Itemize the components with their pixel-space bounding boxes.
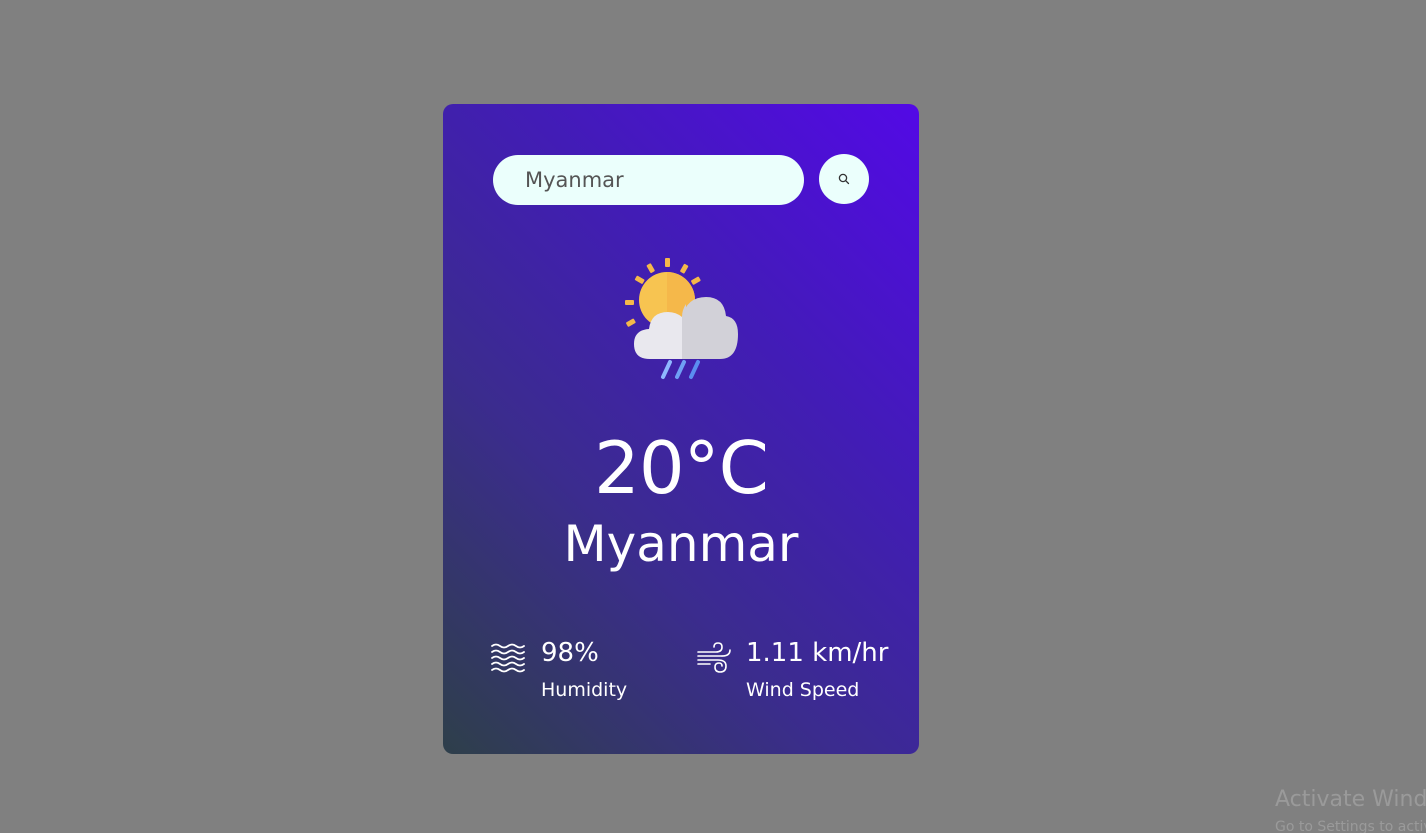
humidity-value: 98% [541, 638, 599, 668]
activate-windows-watermark: Activate Windows Go to Settings to activ… [1275, 786, 1426, 833]
search-button[interactable] [819, 154, 869, 204]
temperature: 20°C [594, 426, 769, 510]
search-icon [838, 173, 850, 185]
search-input[interactable] [493, 155, 804, 205]
humidity-waves-icon [491, 643, 525, 673]
watermark-subtitle: Go to Settings to activate Windows. [1275, 819, 1426, 833]
search-bar [493, 154, 869, 206]
sun-cloud-rain-icon [625, 258, 738, 379]
humidity-label: Humidity [541, 679, 628, 701]
weather-card: 20°C Myanmar 98% Humidity 1.11 km/hr [443, 104, 919, 754]
wind-speed-label: Wind Speed [746, 679, 860, 701]
watermark-title: Activate Windows [1275, 787, 1426, 812]
wind-section: 1.11 km/hr Wind Speed [696, 634, 889, 706]
wind-speed-value: 1.11 km/hr [746, 638, 889, 668]
humidity-section: 98% Humidity [490, 634, 660, 706]
city-name: Myanmar [563, 515, 799, 573]
wind-icon [697, 642, 731, 673]
